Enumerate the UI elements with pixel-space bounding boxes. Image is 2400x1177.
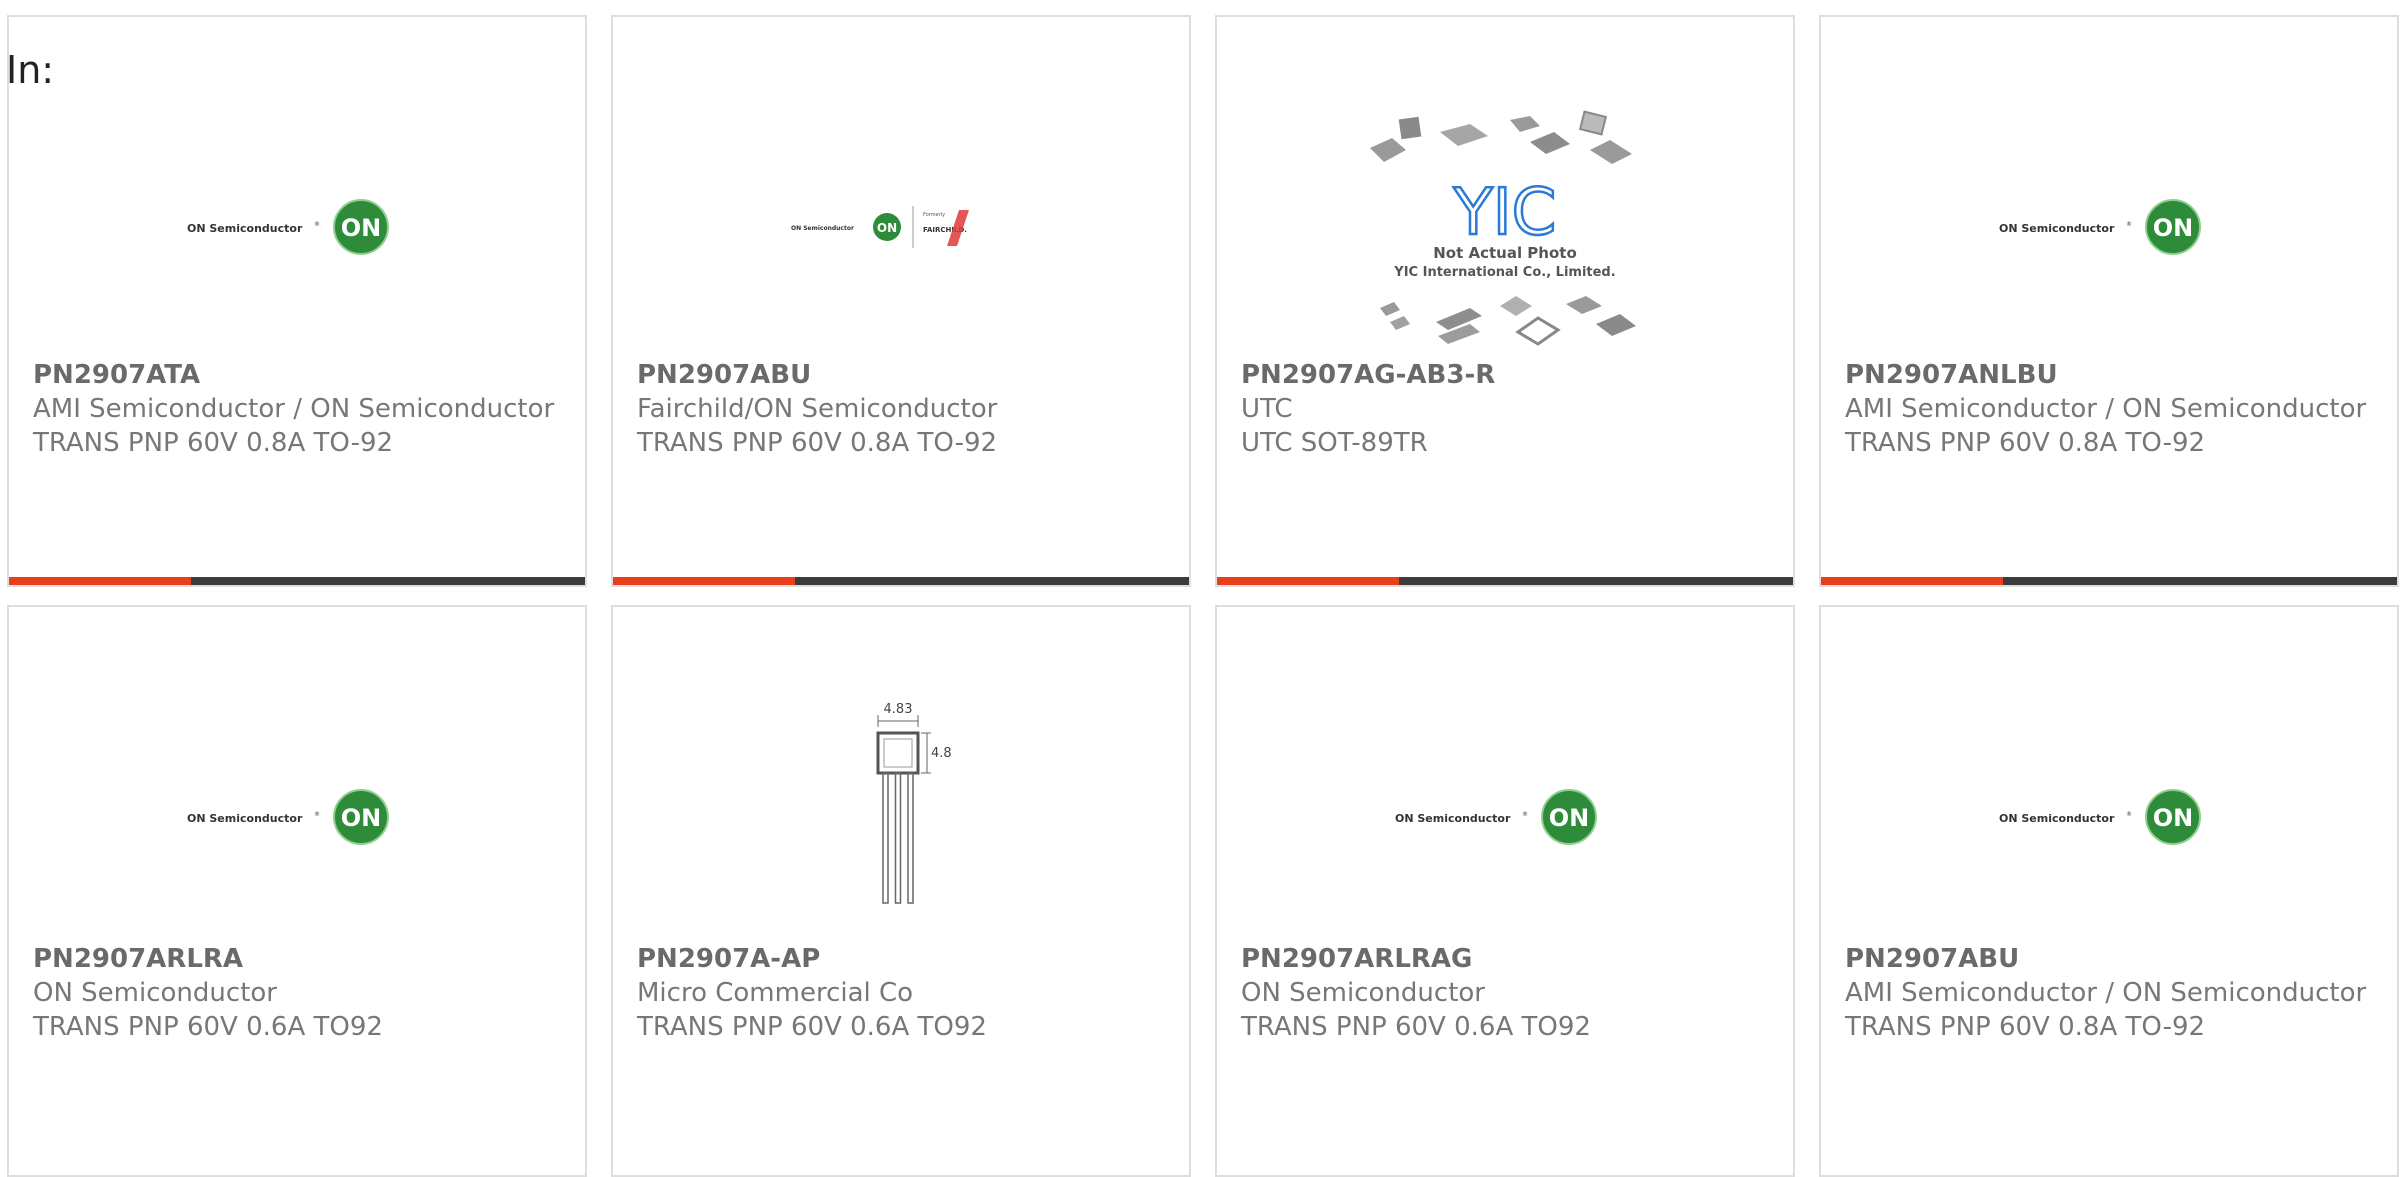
product-thumbnail: ON Semiconductor ® ON — [1217, 677, 1793, 957]
svg-text:®: ® — [314, 811, 320, 818]
manufacturer: Micro Commercial Co — [637, 978, 914, 1008]
part-number[interactable]: PN2907AG-AB3-R — [1241, 358, 1769, 392]
filter-label: In: — [6, 48, 55, 92]
card-footer-bar — [1821, 577, 2397, 585]
svg-text:Not Actual Photo: Not Actual Photo — [1433, 244, 1577, 262]
description: TRANS PNP 60V 0.6A TO92 — [33, 1012, 383, 1042]
product-card[interactable]: ON Semiconductor ® ON PN2907ARLRA ON Sem… — [7, 605, 587, 1177]
description: TRANS PNP 60V 0.8A TO-92 — [1845, 1012, 2206, 1042]
svg-text:ON: ON — [2153, 214, 2194, 242]
svg-text:®: ® — [2126, 221, 2132, 228]
fairchild-on-logo: ON Semiconductor ON Formerly FAIRCHILD. — [791, 206, 969, 248]
svg-text:ON Semiconductor: ON Semiconductor — [791, 225, 854, 232]
product-thumbnail: ON Semiconductor ® ON — [1821, 677, 2397, 957]
product-card[interactable]: ON Semiconductor ® ON PN2907ARLRAG ON Se… — [1215, 605, 1795, 1177]
svg-text:ON Semiconductor: ON Semiconductor — [187, 812, 303, 825]
svg-text:ON Semiconductor: ON Semiconductor — [1395, 812, 1511, 825]
svg-text:®: ® — [1522, 811, 1528, 818]
description: TRANS PNP 60V 0.8A TO-92 — [1845, 428, 2206, 458]
svg-text:YIC International Co., Limited: YIC International Co., Limited. — [1393, 265, 1615, 280]
part-number[interactable]: PN2907A-AP — [637, 942, 1165, 976]
svg-text:YIC: YIC — [1453, 176, 1557, 250]
manufacturer: ON Semiconductor — [1241, 978, 1485, 1008]
card-footer-bar — [9, 577, 585, 585]
yic-placeholder-image: YIC Not Actual Photo YIC International C… — [1370, 110, 1636, 346]
svg-text:ON: ON — [341, 214, 382, 242]
svg-text:ON: ON — [877, 221, 897, 235]
svg-text:ON: ON — [1549, 804, 1590, 832]
description: UTC SOT-89TR — [1241, 428, 1428, 458]
product-grid: ON Semiconductor ® ON PN2907ATA AMI Semi… — [7, 15, 2399, 1177]
description: TRANS PNP 60V 0.8A TO-92 — [33, 428, 394, 458]
to92-package-drawing: 4.83 4.83 — [876, 702, 951, 904]
svg-text:4.83: 4.83 — [931, 746, 951, 761]
on-semiconductor-logo: ON Semiconductor ® ON — [187, 199, 389, 255]
card-footer-bar — [1217, 577, 1793, 585]
product-thumbnail: ON Semiconductor ® ON — [9, 677, 585, 957]
card-footer-bar — [613, 577, 1189, 585]
product-card[interactable]: ON Semiconductor ® ON PN2907ANLBU AMI Se… — [1819, 15, 2399, 587]
svg-text:ON Semiconductor: ON Semiconductor — [1999, 222, 2115, 235]
svg-text:4.83: 4.83 — [884, 702, 913, 717]
manufacturer: AMI Semiconductor / ON Semiconductor — [33, 394, 555, 424]
description: TRANS PNP 60V 0.8A TO-92 — [637, 428, 998, 458]
manufacturer: Fairchild/ON Semiconductor — [637, 394, 998, 424]
product-card[interactable]: YIC Not Actual Photo YIC International C… — [1215, 15, 1795, 587]
product-card[interactable]: ON Semiconductor ® ON PN2907ATA AMI Semi… — [7, 15, 587, 587]
product-thumbnail: 4.83 4.83 — [613, 667, 1189, 947]
svg-text:Formerly: Formerly — [923, 212, 945, 218]
svg-text:ON Semiconductor: ON Semiconductor — [1999, 812, 2115, 825]
manufacturer: UTC — [1241, 394, 1293, 424]
svg-text:®: ® — [314, 221, 320, 228]
product-thumbnail: ON Semiconductor ® ON — [1821, 87, 2397, 367]
part-number[interactable]: PN2907ATA — [33, 358, 561, 392]
product-thumbnail: ON Semiconductor ON Formerly FAIRCHILD. — [613, 87, 1189, 367]
description: TRANS PNP 60V 0.6A TO92 — [637, 1012, 987, 1042]
on-semiconductor-logo: ON Semiconductor ® ON — [1999, 199, 2201, 255]
product-card[interactable]: ON Semiconductor ® ON PN2907ABU AMI Semi… — [1819, 605, 2399, 1177]
description: TRANS PNP 60V 0.6A TO92 — [1241, 1012, 1591, 1042]
svg-text:ON Semiconductor: ON Semiconductor — [187, 222, 303, 235]
manufacturer: ON Semiconductor — [33, 978, 277, 1008]
product-thumbnail: YIC Not Actual Photo YIC International C… — [1217, 95, 1793, 375]
on-semiconductor-logo: ON Semiconductor ® ON — [1999, 789, 2201, 845]
part-number[interactable]: PN2907ANLBU — [1845, 358, 2373, 392]
product-card[interactable]: ON Semiconductor ON Formerly FAIRCHILD. … — [611, 15, 1191, 587]
product-thumbnail: ON Semiconductor ® ON — [9, 87, 585, 367]
on-semiconductor-logo: ON Semiconductor ® ON — [1395, 789, 1597, 845]
part-number[interactable]: PN2907ARLRAG — [1241, 942, 1769, 976]
manufacturer: AMI Semiconductor / ON Semiconductor — [1845, 394, 2367, 424]
part-number[interactable]: PN2907ARLRA — [33, 942, 561, 976]
svg-text:®: ® — [2126, 811, 2132, 818]
svg-text:ON: ON — [341, 804, 382, 832]
part-number[interactable]: PN2907ABU — [637, 358, 1165, 392]
on-semiconductor-logo: ON Semiconductor ® ON — [187, 789, 389, 845]
product-card[interactable]: 4.83 4.83 PN2907A-AP Micro Commercial Co… — [611, 605, 1191, 1177]
svg-text:ON: ON — [2153, 804, 2194, 832]
part-number[interactable]: PN2907ABU — [1845, 942, 2373, 976]
manufacturer: AMI Semiconductor / ON Semiconductor — [1845, 978, 2367, 1008]
